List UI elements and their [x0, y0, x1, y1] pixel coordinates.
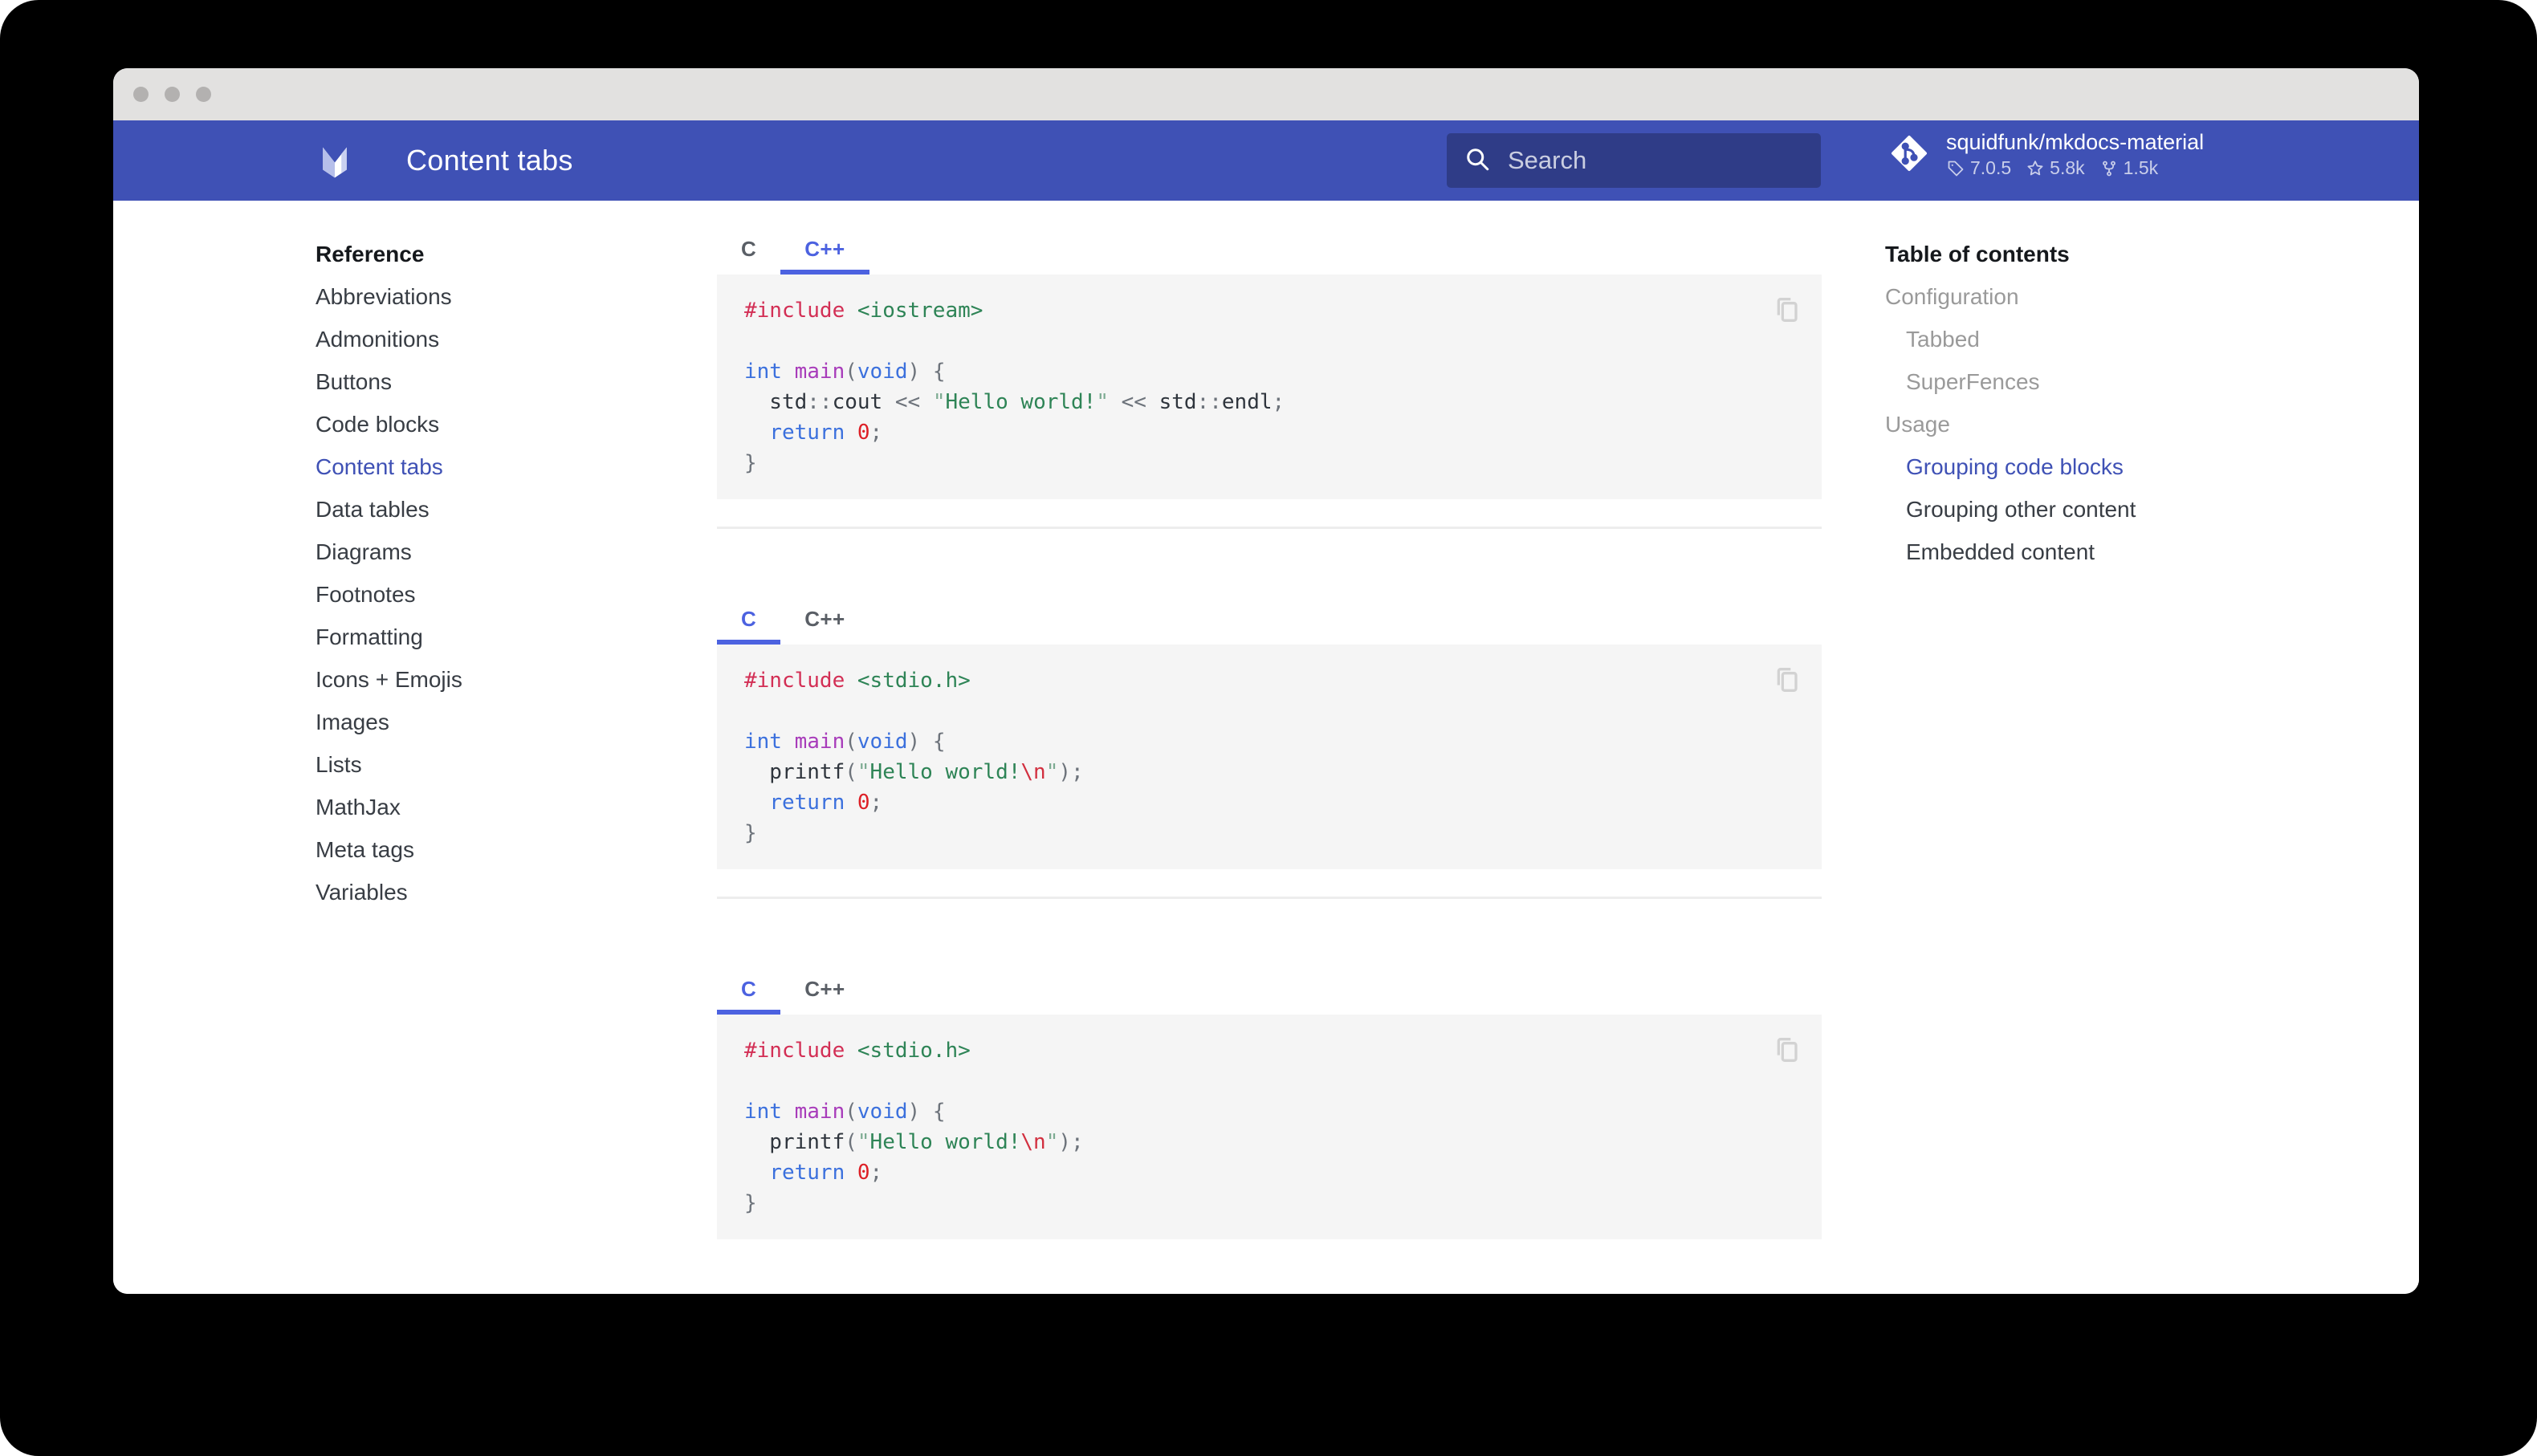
tab-cpp[interactable]: C++: [780, 968, 869, 1015]
tab-c[interactable]: C: [717, 968, 780, 1015]
tab-c[interactable]: C: [717, 598, 780, 645]
code-block: #include <iostream> int main(void) { std…: [717, 275, 1822, 499]
code-listing: #include <stdio.h> int main(void) { prin…: [744, 1035, 1794, 1218]
window-control-dot[interactable]: [196, 87, 211, 102]
sidebar-item[interactable]: Lists: [316, 743, 661, 786]
toc-item[interactable]: Embedded content: [1885, 531, 2351, 573]
toc-item[interactable]: Usage: [1885, 403, 2351, 445]
copy-to-clipboard-button[interactable]: [1772, 292, 1804, 330]
sidebar-item[interactable]: Formatting: [316, 616, 661, 658]
toc-item[interactable]: SuperFences: [1885, 360, 2351, 403]
code-block: #include <stdio.h> int main(void) { prin…: [717, 1015, 1822, 1239]
repo-name: squidfunk/mkdocs-material: [1946, 131, 2204, 153]
copy-to-clipboard-button[interactable]: [1772, 662, 1804, 700]
sidebar-item[interactable]: Footnotes: [316, 573, 661, 616]
sidebar-item[interactable]: Data tables: [316, 488, 661, 531]
repo-facts: 7.0.5 5.8k: [1946, 157, 2204, 179]
toc-list: ConfigurationTabbedSuperFencesUsageGroup…: [1885, 275, 2351, 573]
repo-version: 7.0.5: [1946, 157, 2011, 179]
sidebar-item[interactable]: Content tabs: [316, 445, 661, 488]
tab-cpp[interactable]: C++: [780, 228, 869, 275]
section-divider: [717, 897, 1822, 899]
tag-icon: [1946, 159, 1965, 178]
toc-item[interactable]: Configuration: [1885, 275, 2351, 318]
tab-c[interactable]: C: [717, 228, 780, 275]
code-listing: #include <iostream> int main(void) { std…: [744, 295, 1794, 478]
sidebar-item[interactable]: Meta tags: [316, 828, 661, 871]
window-control-dot[interactable]: [133, 87, 149, 102]
window-titlebar: [113, 68, 2419, 120]
page-body: Reference AbbreviationsAdmonitionsButton…: [113, 201, 2419, 1294]
tab-bar: CC++: [717, 228, 1822, 275]
app-header: Content tabs Search: [113, 120, 2419, 201]
toc-item[interactable]: Tabbed: [1885, 318, 2351, 360]
page-title: Content tabs: [406, 144, 573, 177]
toc-item[interactable]: Grouping code blocks: [1885, 445, 2351, 488]
sidebar-item[interactable]: MathJax: [316, 786, 661, 828]
tab-bar: CC++: [717, 968, 1822, 1015]
sidebar-item[interactable]: Abbreviations: [316, 275, 661, 318]
search-placeholder: Search: [1508, 146, 1586, 175]
sidebar-list: AbbreviationsAdmonitionsButtonsCode bloc…: [316, 275, 661, 913]
sidebar-heading: Reference: [316, 233, 661, 275]
code-listing: #include <stdio.h> int main(void) { prin…: [744, 665, 1794, 848]
main-content: CC++#include <iostream> int main(void) {…: [717, 201, 1822, 1239]
fork-icon: [2099, 159, 2119, 178]
repo-link[interactable]: squidfunk/mkdocs-material 7.0.5: [1890, 131, 2204, 179]
code-block: #include <stdio.h> int main(void) { prin…: [717, 645, 1822, 869]
git-logo-icon: [1890, 134, 1928, 177]
copy-icon: [1772, 1032, 1804, 1068]
toc-heading: Table of contents: [1885, 233, 2351, 275]
sidebar-item[interactable]: Diagrams: [316, 531, 661, 573]
tab-cpp[interactable]: C++: [780, 598, 869, 645]
search-box[interactable]: Search: [1447, 133, 1821, 188]
sidebar-item[interactable]: Icons + Emojis: [316, 658, 661, 701]
section-divider: [717, 527, 1822, 529]
sidebar-item[interactable]: Code blocks: [316, 403, 661, 445]
sidebar-nav: Reference AbbreviationsAdmonitionsButton…: [316, 233, 661, 913]
repo-info: squidfunk/mkdocs-material 7.0.5: [1946, 131, 2204, 179]
browser-window: Content tabs Search: [113, 68, 2419, 1294]
mkdocs-material-logo-icon[interactable]: [316, 142, 353, 179]
tabbed-example: CC++ #include <iostream> int main(void) {…: [717, 228, 1822, 499]
repo-forks: 1.5k: [2099, 157, 2158, 179]
copy-to-clipboard-button[interactable]: [1772, 1032, 1804, 1070]
tab-bar: CC++: [717, 598, 1822, 645]
window-control-dot[interactable]: [165, 87, 180, 102]
sidebar-item[interactable]: Buttons: [316, 360, 661, 403]
repo-stars: 5.8k: [2026, 157, 2084, 179]
screenshot-background: Content tabs Search: [0, 0, 2537, 1456]
sidebar-item[interactable]: Admonitions: [316, 318, 661, 360]
copy-icon: [1772, 292, 1804, 327]
star-icon: [2026, 159, 2045, 178]
sidebar-item[interactable]: Variables: [316, 871, 661, 913]
search-icon: [1463, 144, 1492, 177]
tabbed-example: CC++ #include <stdio.h> int main(void) { …: [717, 598, 1822, 869]
tabbed-example: CC++ #include <stdio.h> int main(void) { …: [717, 968, 1822, 1239]
toc-item[interactable]: Grouping other content: [1885, 488, 2351, 531]
copy-icon: [1772, 662, 1804, 697]
toc-nav: Table of contents ConfigurationTabbedSup…: [1885, 233, 2351, 573]
sidebar-item[interactable]: Images: [316, 701, 661, 743]
